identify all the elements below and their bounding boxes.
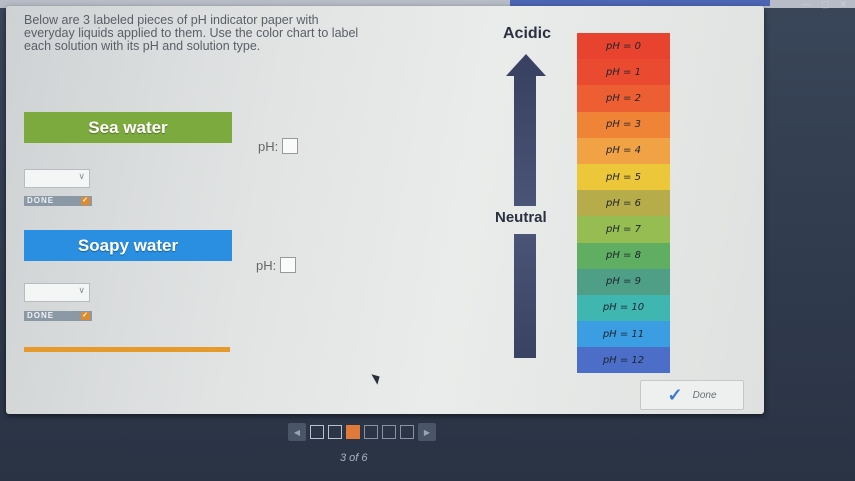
ph-level-5: pH = 5 (577, 163, 670, 191)
page-indicator-3[interactable] (346, 425, 360, 439)
done-button[interactable]: ✓ Done (640, 380, 744, 410)
done-button-label: Done (692, 389, 717, 401)
sample-strip-sea-water: Sea water (24, 112, 232, 143)
page-indicator-2[interactable] (328, 425, 342, 439)
third-sample-strip-edge (24, 347, 230, 352)
acidity-arrow-upper (514, 72, 536, 206)
ph-level-9: pH = 9 (577, 268, 670, 295)
page-indicator-4[interactable] (364, 425, 378, 439)
ph-field-soapy-water: pH: (256, 257, 297, 273)
acidic-label: Acidic (503, 25, 552, 42)
maximize-icon[interactable]: ▢ (821, 0, 830, 9)
ph-level-10: pH = 10 (577, 294, 670, 322)
done-button-sea-water[interactable]: DONE ✓ (24, 196, 92, 206)
done-button-soapy-water[interactable]: DONE ✓ (24, 311, 92, 321)
ph-level-4: pH = 4 (577, 137, 670, 164)
page-count: 3 of 6 (340, 452, 368, 464)
ph-level-6: pH = 6 (577, 190, 670, 217)
check-icon: ✓ (667, 384, 683, 405)
activity-panel: Below are 3 labeled pieces of pH indicat… (6, 6, 764, 414)
chevron-down-icon: ∨ (78, 171, 85, 181)
ph-label: pH: (256, 257, 277, 273)
page-navigator: ◀ ▶ (288, 423, 436, 441)
instructions-text: Below are 3 labeled pieces of pH indicat… (24, 13, 359, 53)
ph-level-3: pH = 3 (577, 111, 670, 138)
ph-label: pH: (258, 138, 279, 154)
solution-type-dropdown-sea-water[interactable]: ∨ (24, 169, 90, 188)
page-indicator-6[interactable] (400, 425, 414, 439)
close-icon[interactable]: ✕ (839, 0, 847, 9)
ph-level-11: pH = 11 (577, 321, 670, 348)
ph-level-12: pH = 12 (577, 347, 670, 374)
window-controls: — ▢ ✕ (802, 0, 847, 9)
page-indicators (310, 425, 414, 439)
ph-level-7: pH = 7 (577, 216, 670, 243)
acidity-arrow-lower (514, 234, 536, 358)
ph-field-sea-water: pH: (258, 138, 299, 154)
ph-level-0: pH = 0 (577, 33, 670, 60)
done-label: DONE (27, 311, 55, 320)
ph-level-1: pH = 1 (577, 59, 670, 86)
ph-color-chart: pH = 0 pH = 1 pH = 2 pH = 3 pH = 4 pH = 5 pH =… (577, 33, 670, 374)
neutral-label: Neutral (495, 209, 547, 226)
chevron-down-icon: ∨ (78, 285, 85, 295)
ph-input-sea-water[interactable] (282, 138, 299, 154)
sample-strip-soapy-water: Soapy water (24, 230, 232, 261)
ph-level-2: pH = 2 (577, 85, 670, 112)
solution-type-dropdown-soapy-water[interactable]: ∨ (24, 283, 90, 302)
ph-level-8: pH = 8 (577, 242, 670, 269)
check-icon: ✓ (81, 312, 90, 320)
ph-input-soapy-water[interactable] (280, 257, 297, 273)
check-icon: ✓ (81, 197, 90, 205)
page-indicator-1[interactable] (310, 425, 324, 439)
done-label: DONE (27, 196, 55, 205)
minimize-icon[interactable]: — (802, 0, 811, 9)
chevron-right-icon[interactable]: ▶ (418, 423, 436, 441)
chevron-left-icon[interactable]: ◀ (288, 423, 306, 441)
page-indicator-5[interactable] (382, 425, 396, 439)
